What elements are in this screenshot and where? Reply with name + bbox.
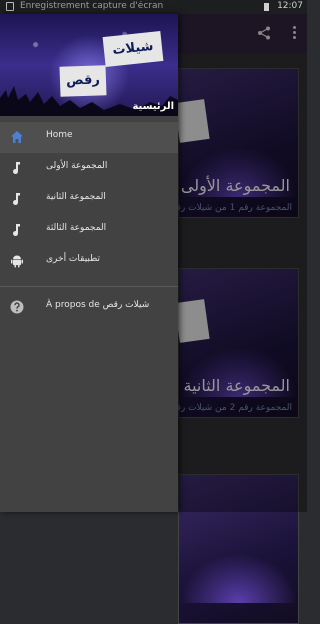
drawer-scrim[interactable] (178, 14, 307, 512)
drawer-item-label: Home (46, 130, 73, 140)
music-note-icon (13, 162, 20, 175)
drawer-header-image: شيلات رقص الرئيسية (0, 14, 178, 116)
drawer-item-group-3[interactable]: المجموعة الثالثة (0, 215, 178, 246)
notification-text: Enregistrement capture d'écran (20, 1, 164, 11)
header-home-label: الرئيسية (132, 101, 174, 112)
help-icon (10, 300, 24, 314)
card-stage-image (179, 553, 298, 603)
drawer-menu: Home المجموعة الأولى المجموعة الثانية ال… (0, 122, 178, 323)
header-sign-bottom: رقص (59, 65, 107, 97)
drawer-divider (0, 286, 178, 287)
drawer-item-other-apps[interactable]: تطبيقات أخرى (0, 246, 178, 277)
drawer-item-label: المجموعة الثالثة (46, 223, 107, 233)
screen-record-icon (6, 2, 14, 11)
drawer-item-group-2[interactable]: المجموعة الثانية (0, 184, 178, 215)
android-icon (11, 255, 23, 268)
home-icon (11, 131, 23, 143)
drawer-item-label: تطبيقات أخرى (46, 254, 101, 264)
drawer-item-home[interactable]: Home (0, 122, 178, 153)
drawer-item-group-1[interactable]: المجموعة الأولى (0, 153, 178, 184)
status-bar: Enregistrement capture d'écran 12:07 (0, 0, 307, 14)
drawer-item-about[interactable]: À propos de شيلات رقص (0, 292, 178, 323)
navigation-drawer: شيلات رقص الرئيسية Home المجموعة الأولى … (0, 14, 178, 512)
drawer-item-label: المجموعة الثانية (46, 192, 106, 202)
drawer-item-label: المجموعة الأولى (46, 161, 108, 171)
header-sign-top: شيلات (102, 31, 164, 67)
music-note-icon (13, 224, 20, 237)
music-note-icon (13, 193, 20, 206)
drawer-item-label: À propos de شيلات رقص (46, 300, 150, 310)
battery-icon (264, 3, 269, 11)
clock: 12:07 (277, 1, 303, 11)
